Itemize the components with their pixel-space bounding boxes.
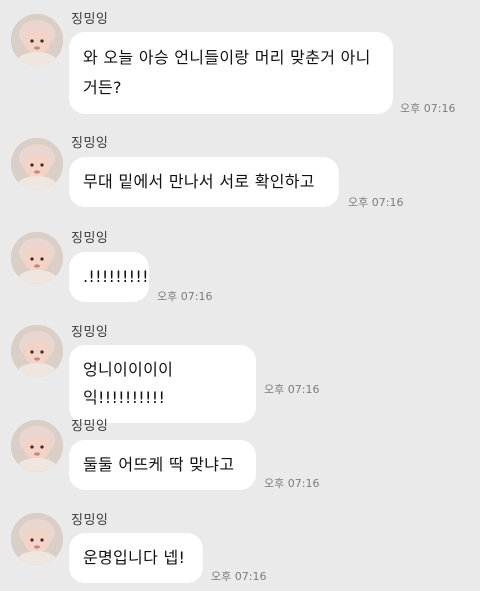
message-bubble[interactable]: 운명입니다 넵!	[69, 533, 203, 583]
baby-photo-icon	[11, 513, 63, 565]
baby-photo-icon	[11, 138, 63, 190]
baby-photo-icon	[11, 420, 63, 472]
message-time: 오후 07:16	[264, 383, 320, 396]
avatar[interactable]	[11, 232, 63, 284]
message-time: 오후 07:16	[400, 102, 456, 115]
chat-view: 징밍잉 와 오늘 아승 언니들이랑 머리 맞춘거 아니거든? 오후 07:16 …	[0, 0, 480, 591]
message-bubble[interactable]: 무대 밑에서 만나서 서로 확인하고	[69, 157, 339, 207]
message-bubble[interactable]: 둘둘 어뜨케 딱 맞냐고	[69, 440, 256, 490]
baby-photo-icon	[11, 232, 63, 284]
message-bubble[interactable]: 와 오늘 아승 언니들이랑 머리 맞춘거 아니거든?	[69, 32, 393, 114]
message-bubble[interactable]: 엉니이이이이익!!!!!!!!!!	[69, 345, 256, 423]
sender-name: 징밍잉	[71, 513, 109, 528]
sender-name: 징밍잉	[71, 231, 109, 246]
avatar[interactable]	[11, 513, 63, 565]
avatar[interactable]	[11, 14, 63, 66]
sender-name: 징밍잉	[71, 136, 109, 151]
sender-name: 징밍잉	[71, 12, 109, 27]
message-time: 오후 07:16	[211, 570, 267, 583]
avatar[interactable]	[11, 138, 63, 190]
message-time: 오후 07:16	[157, 290, 213, 303]
baby-photo-icon	[11, 325, 63, 377]
sender-name: 징밍잉	[71, 325, 109, 340]
message-time: 오후 07:16	[348, 196, 404, 209]
avatar[interactable]	[11, 420, 63, 472]
message-bubble[interactable]: .!!!!!!!!!	[69, 252, 149, 302]
sender-name: 징밍잉	[71, 419, 109, 434]
avatar[interactable]	[11, 325, 63, 377]
baby-photo-icon	[11, 14, 63, 66]
message-time: 오후 07:16	[264, 477, 320, 490]
